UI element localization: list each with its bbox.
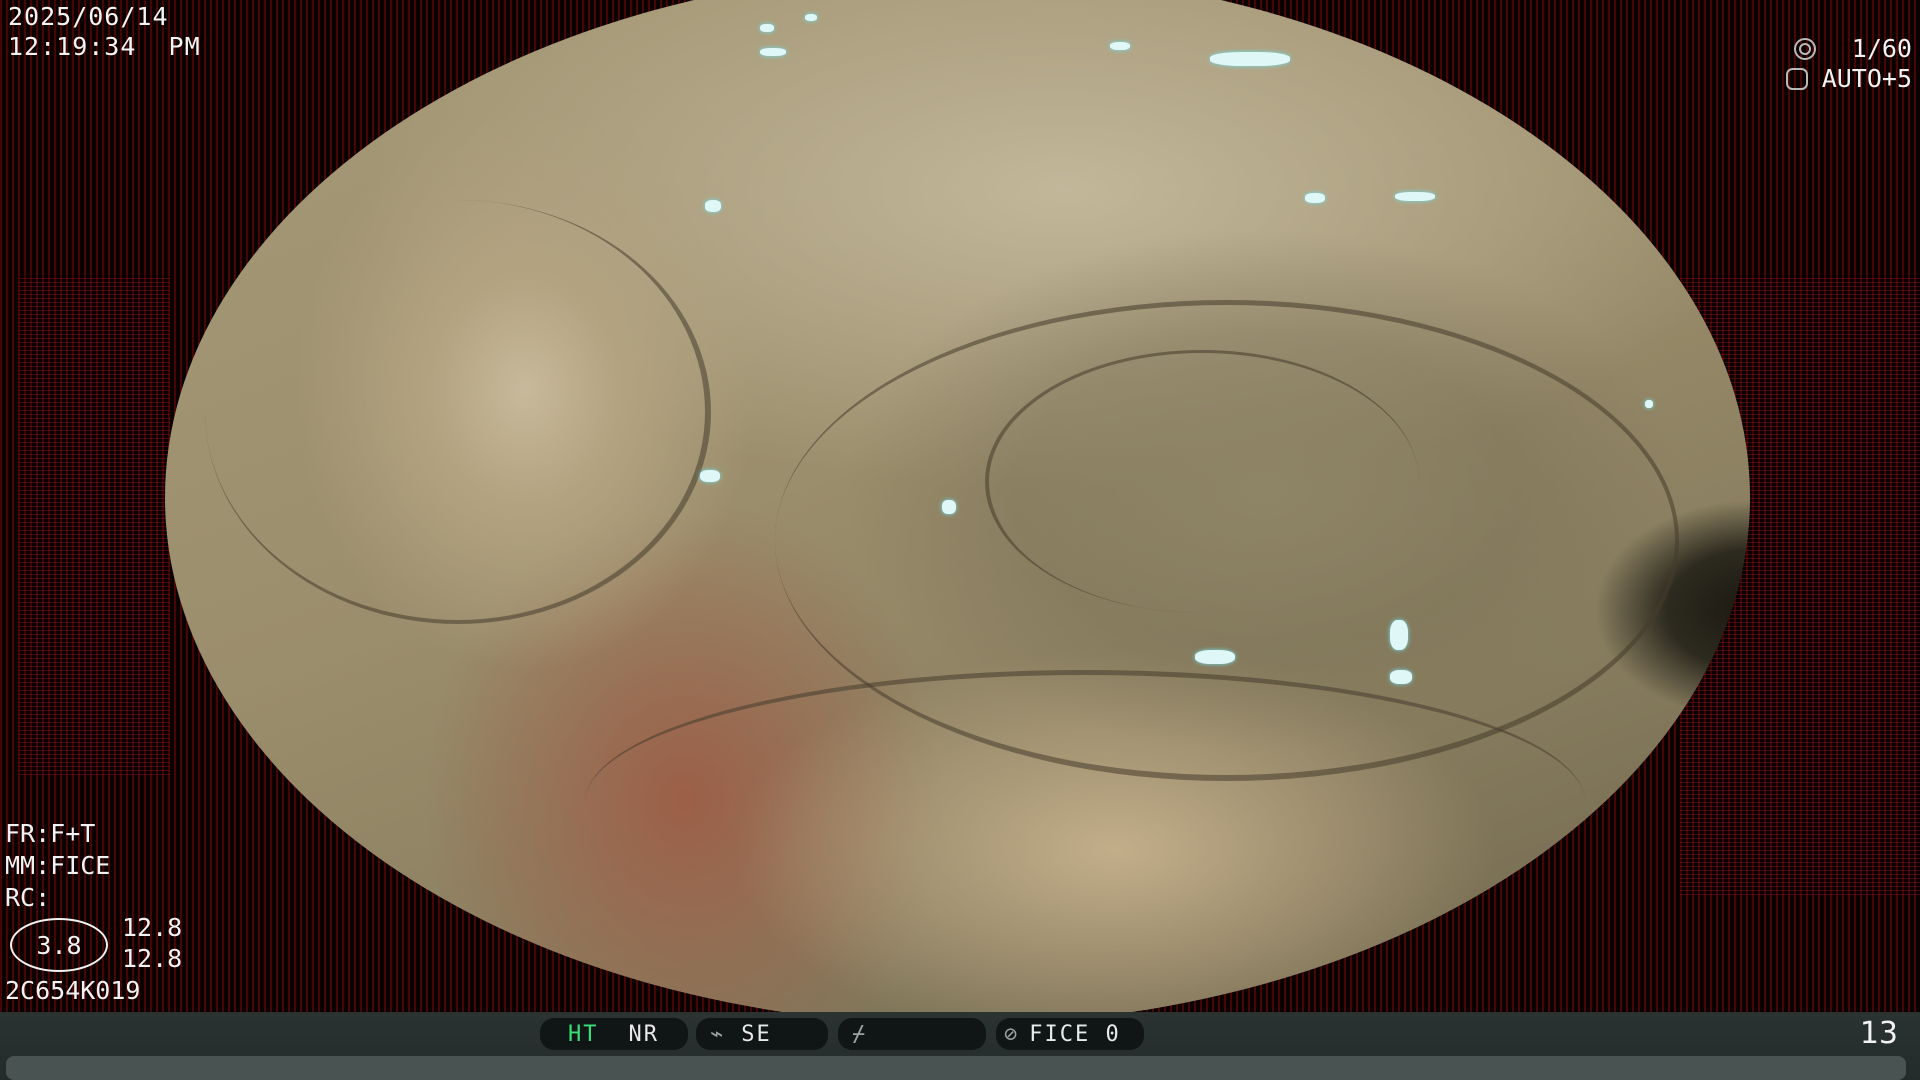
page-number: 13 [1859,1016,1898,1051]
empty-pill: ⌿ [838,1018,986,1050]
light-reflection [1395,192,1435,201]
time-label: 12:19:34 PM [8,32,201,61]
mucosal-fold [205,200,711,624]
light-reflection [1645,400,1653,408]
light-reflection [805,14,817,21]
light-reflection [1305,193,1325,203]
hexagon-icon [1785,68,1808,90]
light-reflection [760,48,786,56]
light-reflection [1195,650,1235,664]
nr-indicator: NR [628,1021,659,1047]
mucosal-fold [985,350,1419,613]
endoscope-screen: 2025/06/14 12:19:34 PM 1/60 AUTO+5 FR:F+… [0,0,1920,1080]
light-reflection [1390,620,1408,650]
light-reflection [1210,52,1290,66]
shutter-row: 1/60 [1752,34,1912,64]
shutter-speed: 1/60 [1851,34,1912,63]
color-enhance-levels: 12.8 12.8 [122,912,182,974]
rc-setting: RC: [5,883,51,912]
light-reflection [1390,670,1412,684]
left-noise-band [20,275,170,775]
frame-setting: FR:F+T [5,819,96,848]
slash-icon: ⌿ [852,1021,868,1047]
color-enhance-level-1: 12.8 [122,913,183,942]
wave-icon: ⌁ [710,1021,726,1047]
ht-indicator: HT [568,1021,599,1047]
light-reflection [700,470,720,482]
iris-icon [1794,38,1816,60]
exposure-row: AUTO+5 [1752,64,1912,94]
mucosal-fold [585,670,1585,935]
mode-setting: MM:FICE [5,851,111,880]
color-enhance-level-2: 12.8 [122,944,183,973]
light-reflection [942,500,956,514]
color-enhance-label: 3.8 [36,930,82,960]
scope-id: 2C654K019 [5,976,141,1005]
status-track [6,1056,1906,1080]
fice-icon: ⊘ [1004,1021,1020,1047]
light-reflection [1110,42,1130,50]
light-reflection [705,200,721,212]
fice-pill: ⊘ FICE 0 [996,1018,1144,1050]
date-label: 2025/06/14 [8,2,169,31]
exposure-mode: AUTO+5 [1821,64,1912,93]
exposure-info: 1/60 AUTO+5 [1752,34,1912,94]
settings-block: FR:F+T MM:FICE RC: [5,818,110,914]
light-reflection [760,24,774,32]
se-indicator: SE [741,1021,772,1047]
ht-nr-pill: HT NR [540,1018,688,1050]
fice-indicator: FICE 0 [1029,1021,1121,1047]
endoscope-image [165,0,1750,1025]
color-enhance-value: 3.8 [10,918,108,972]
se-pill: ⌁ SE [696,1018,828,1050]
